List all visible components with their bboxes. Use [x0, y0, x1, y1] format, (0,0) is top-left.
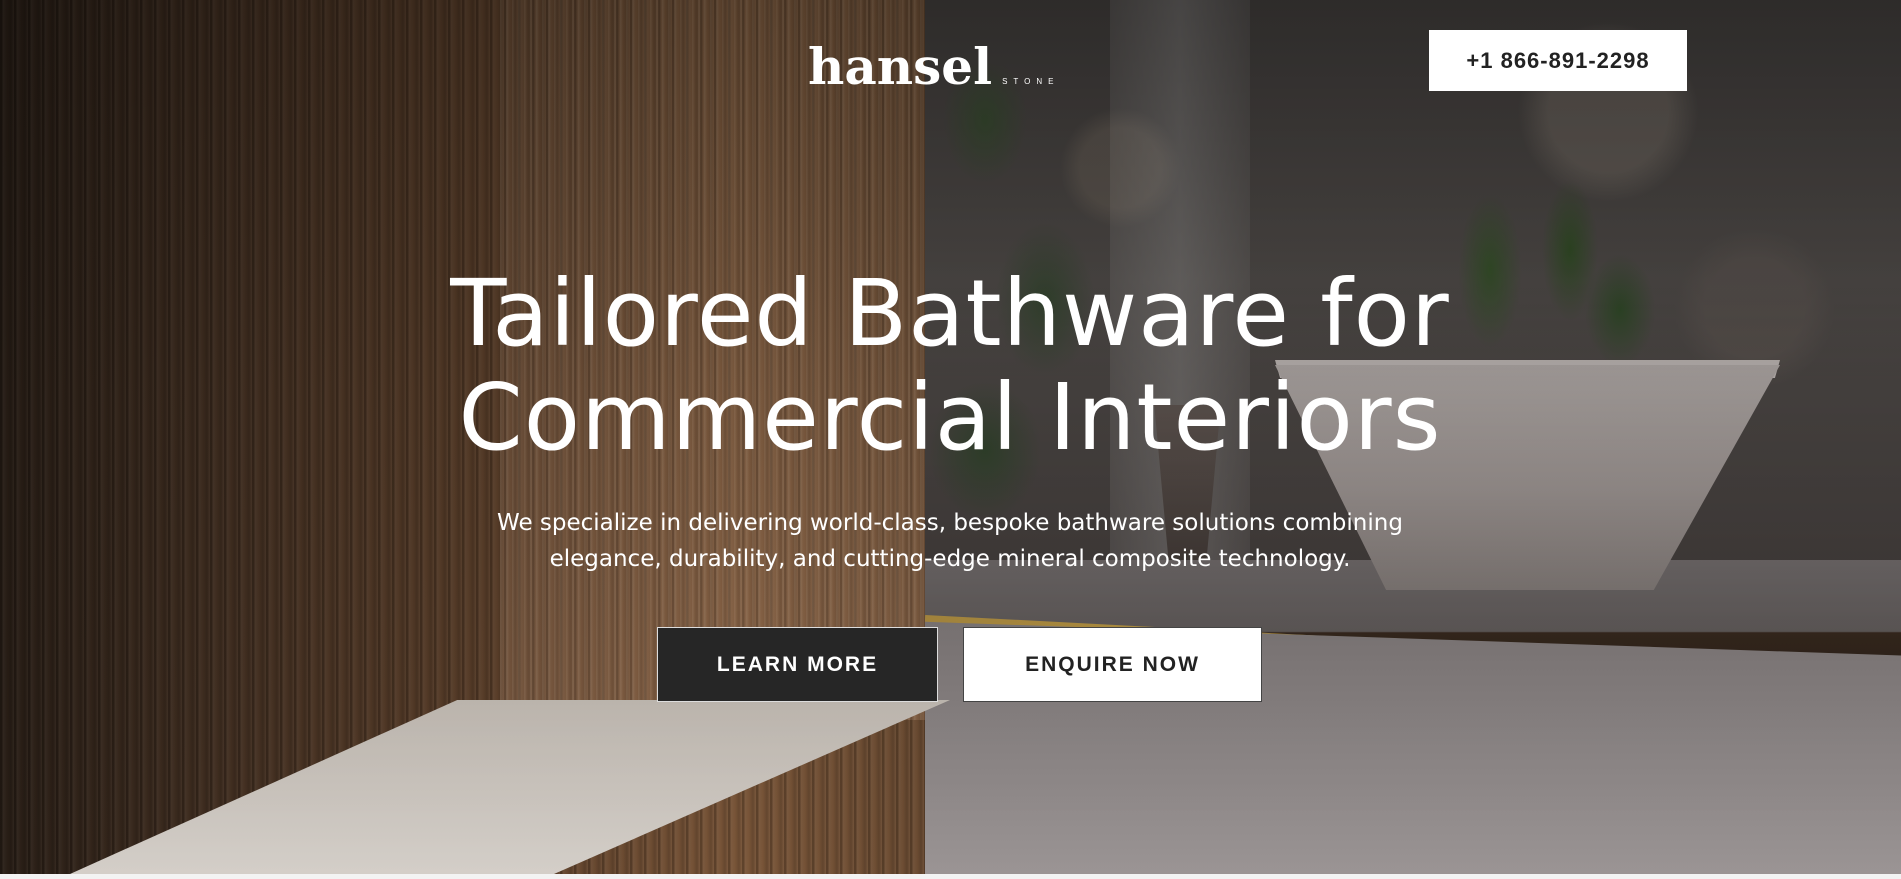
- hero-headline: Tailored Bathware for Commercial Interio…: [350, 262, 1550, 470]
- page-bottom-strip: [0, 874, 1901, 879]
- headline-line-1: Tailored Bathware for: [450, 260, 1450, 367]
- logo-subtitle: STONE: [1002, 77, 1060, 86]
- hero-subtext: We specialize in delivering world-class,…: [430, 505, 1470, 577]
- enquire-now-button[interactable]: ENQUIRE NOW: [963, 627, 1262, 702]
- phone-button[interactable]: +1 866-891-2298: [1429, 30, 1687, 91]
- headline-line-2: Commercial Interiors: [458, 364, 1442, 471]
- subtext-line-2: elegance, durability, and cutting-edge m…: [549, 546, 1351, 572]
- logo-wordmark: hansel: [808, 37, 993, 96]
- site-logo[interactable]: hansel STONE: [808, 32, 1098, 92]
- learn-more-button[interactable]: LEARN MORE: [657, 627, 938, 702]
- subtext-line-1: We specialize in delivering world-class,…: [497, 510, 1403, 536]
- hero-section: hansel STONE +1 866-891-2298 Tailored Ba…: [0, 0, 1901, 874]
